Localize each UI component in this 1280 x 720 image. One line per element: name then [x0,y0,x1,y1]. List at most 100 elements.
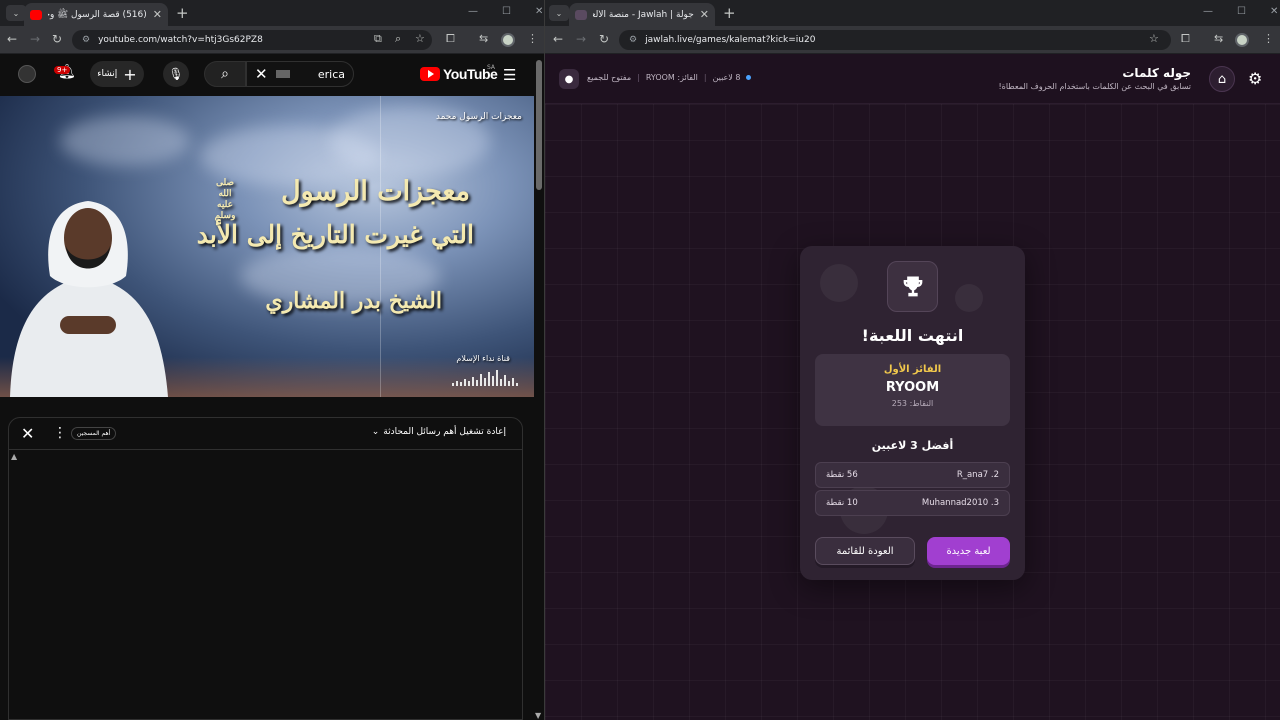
microphone-icon: 🎙︎ [168,67,184,81]
more-options-icon[interactable]: ⋮ [53,425,67,441]
extensions-icon[interactable]: ⧠ [1181,32,1190,46]
site-info-icon[interactable]: ⚙ [629,35,637,45]
site-info-icon[interactable]: ⚙ [82,35,90,45]
video-honorific: صلى الله عليه وسلم [214,178,236,221]
tab-search-button[interactable]: ⌄ [6,5,26,21]
new-tab-button[interactable]: + [176,4,189,22]
chat-header: إعادة تشغيل أهم رسائل المحادثة ⌄ ✕ ⋮ أهم… [9,418,522,450]
youtube-favicon-icon [30,9,42,20]
region-code: SA [487,64,496,71]
video-title-line1: معجزات الرسول [281,176,470,207]
right-browser-window: ⌄ جولة | Jawlah - منصة الألعاب الذ… ✕ + … [545,0,1280,720]
game-subtitle: تسابق في البحث عن الكلمات باستخدام الحرو… [998,82,1191,91]
minimize-icon[interactable]: — [1203,6,1213,17]
jawlah-favicon-icon [575,9,587,20]
create-button[interactable]: إنشاء + [90,61,144,87]
profile-avatar[interactable] [1235,33,1249,47]
tab-title: جولة | Jawlah - منصة الألعاب الذ… [593,9,694,20]
keyboard-icon[interactable] [275,70,290,78]
settings-gear-icon[interactable]: ⚙ [1248,69,1262,88]
top-players-heading: أفضل 3 لاعبين [871,439,954,452]
search-button[interactable]: ⌕ [204,61,246,87]
tab-strip: ⌄ جولة | Jawlah - منصة الألعاب الذ… ✕ + … [545,0,1280,26]
player-points: 10 نقطة [826,498,858,508]
translate-icon[interactable]: ⇆ [1214,32,1223,45]
first-place-box: الفائز الأول RYOOM النقاط: 253 [815,354,1010,426]
top-sponsors-pill[interactable]: أهم المسجين [71,427,117,440]
player-name: R_ana7 .2 [956,470,999,480]
youtube-logo[interactable]: YouTube [420,66,498,82]
player-name: Muhannad2010 .3 [921,498,999,508]
video-channel-watermark: قناة نداء الإسلام [456,354,510,363]
search-input[interactable]: ✕ erica [246,61,354,87]
browser-tab-jawlah[interactable]: جولة | Jawlah - منصة الألعاب الذ… ✕ [569,3,715,26]
first-place-name: RYOOM [885,380,940,395]
tab-title: (516) قصة الرسول ﷺ وحكايا… [48,9,147,20]
close-window-icon[interactable]: ✕ [535,6,543,17]
back-to-list-button[interactable]: العودة للقائمة [815,537,915,565]
browser-tab-youtube[interactable]: (516) قصة الرسول ﷺ وحكايا… ✕ [24,3,168,26]
clear-search-icon[interactable]: ✕ [255,65,268,83]
maximize-icon[interactable]: ☐ [1237,6,1246,17]
create-label: إنشاء [97,69,118,79]
window-controls: — ☐ ✕ [468,6,543,17]
account-avatar[interactable] [18,65,36,83]
reload-icon[interactable]: ↻ [599,32,609,46]
forward-icon[interactable]: → [30,32,40,46]
window-controls: — ☐ ✕ [1203,6,1278,17]
extensions-icon[interactable]: ⧠ [446,32,455,46]
close-tab-icon[interactable]: ✕ [153,8,162,21]
online-dot-icon [746,75,752,80]
translate-icon[interactable]: ⇆ [479,32,488,45]
game-over-title: انتهت اللعبة! [861,326,964,345]
profile-avatar[interactable] [501,33,515,47]
address-bar-row: ← → ↻ ⚙ youtube.com/watch?v=htj3Gs62PZ8 … [0,26,544,54]
minimize-icon[interactable]: — [468,6,478,17]
chevron-down-icon: ⌄ [371,427,380,437]
speaker-figure-image [10,201,168,397]
zoom-icon[interactable]: ⌕ [395,32,401,46]
page-scrollbar-thumb[interactable] [536,60,542,190]
game-status-bar: 8 لاعبين | الفائز: RYOOM | مفتوح للجميع [587,73,752,82]
jawlah-header: ⚙ ⌂ جوله كلمات تسابق في البحث عن الكلمات… [545,54,1280,104]
hamburger-menu-icon[interactable]: ☰ [503,66,516,84]
tab-strip: ⌄ (516) قصة الرسول ﷺ وحكايا… ✕ + — ☐ ✕ [0,0,544,26]
plus-icon: + [123,64,137,84]
back-icon[interactable]: ← [553,32,563,46]
first-place-points: النقاط: 253 [891,399,934,408]
close-tab-icon[interactable]: ✕ [700,8,709,21]
reload-icon[interactable]: ↻ [52,32,62,46]
bookmark-star-icon[interactable]: ☆ [415,32,425,45]
maximize-icon[interactable]: ☐ [502,6,511,17]
install-icon[interactable]: ⧉ [374,32,382,46]
new-tab-button[interactable]: + [723,4,736,22]
search-icon: ⌕ [221,66,229,82]
scroll-up-arrow-icon[interactable]: ▲ [11,452,17,461]
voice-search-button[interactable]: 🎙︎ [163,61,189,87]
video-player[interactable]: معجزات الرسول محمد معجزات الرسول صلى الل… [0,96,534,397]
left-browser-window: ⌄ (516) قصة الرسول ﷺ وحكايا… ✕ + — ☐ ✕ ←… [0,0,544,720]
bookmark-star-icon[interactable]: ☆ [1149,32,1159,45]
chat-mode-label: إعادة تشغيل أهم رسائل المحادثة [383,427,506,437]
player-row: Muhannad2010 .3 10 نقطة [815,490,1010,516]
player-row: R_ana7 .2 56 نقطة [815,462,1010,488]
youtube-masthead: ☰ YouTube SA ✕ erica ⌕ 🎙︎ إنشاء + 🔔︎ [0,54,544,94]
scroll-down-arrow-icon[interactable]: ▼ [535,711,541,720]
url-text: youtube.com/watch?v=htj3Gs62PZ8 [98,35,263,45]
url-field[interactable]: ⚙ jawlah.live/games/kalemat?kick=iu20 [619,30,1171,50]
forward-icon[interactable]: → [576,32,586,46]
chat-bubble-icon[interactable]: ● [559,69,579,89]
back-icon[interactable]: ← [7,32,17,46]
first-place-label: الفائز الأول [883,364,942,375]
browser-menu-icon[interactable]: ⋮ [527,32,538,45]
close-chat-icon[interactable]: ✕ [21,424,34,443]
new-game-button[interactable]: لعبة جديدة [927,537,1010,565]
address-bar-row: ← → ↻ ⚙ jawlah.live/games/kalemat?kick=i… [545,26,1280,54]
home-button[interactable]: ⌂ [1209,66,1235,92]
chat-mode-dropdown[interactable]: إعادة تشغيل أهم رسائل المحادثة ⌄ [372,427,506,437]
live-chat-replay-panel: إعادة تشغيل أهم رسائل المحادثة ⌄ ✕ ⋮ أهم… [8,417,523,720]
tab-search-button[interactable]: ⌄ [549,5,569,21]
room-access-status: مفتوح للجميع [587,73,632,82]
close-window-icon[interactable]: ✕ [1270,6,1278,17]
browser-menu-icon[interactable]: ⋮ [1263,32,1274,45]
